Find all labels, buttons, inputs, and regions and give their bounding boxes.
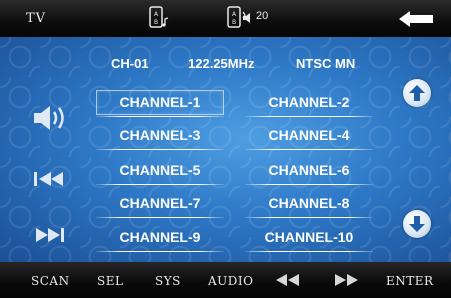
sel-button[interactable]: SEL bbox=[97, 274, 123, 288]
channel-8-button[interactable]: CHANNEL-8 bbox=[245, 191, 373, 218]
channel-9-button[interactable]: CHANNEL-9 bbox=[96, 225, 224, 252]
enter-button[interactable]: ENTER bbox=[386, 274, 434, 288]
scroll-up-button[interactable] bbox=[403, 79, 431, 107]
rewind-icon bbox=[276, 274, 299, 286]
audio-button[interactable]: AUDIO bbox=[208, 274, 253, 288]
previous-channel-icon[interactable] bbox=[32, 169, 68, 194]
audio-note-card-icon[interactable]: A B bbox=[148, 5, 170, 36]
channel-7-button[interactable]: CHANNEL-7 bbox=[96, 191, 224, 218]
bottom-bar: SCAN SEL SYS AUDIO ENTER bbox=[0, 262, 451, 298]
tv-screen: TV A B A B 20 CH-01 122.25MHz NTSC MN CH… bbox=[0, 0, 451, 298]
arrow-up-icon bbox=[409, 85, 425, 101]
tv-standard: NTSC MN bbox=[296, 56, 356, 71]
svg-text:A: A bbox=[154, 11, 159, 18]
channel-6-button[interactable]: CHANNEL-6 bbox=[245, 158, 373, 185]
svg-text:A: A bbox=[232, 11, 237, 18]
next-channel-icon[interactable] bbox=[32, 225, 68, 250]
svg-text:B: B bbox=[232, 19, 236, 26]
channel-3-button[interactable]: CHANNEL-3 bbox=[96, 123, 224, 150]
speaker-icon[interactable] bbox=[242, 11, 256, 30]
speaker-volume-icon[interactable] bbox=[32, 103, 68, 138]
current-channel: CH-01 bbox=[111, 56, 149, 71]
channel-2-button[interactable]: CHANNEL-2 bbox=[245, 90, 373, 117]
top-bar: TV A B A B 20 bbox=[0, 0, 451, 37]
fast-forward-button[interactable] bbox=[333, 273, 359, 290]
channel-panel: CH-01 122.25MHz NTSC MN CHANNEL-1 CHANNE… bbox=[0, 37, 451, 262]
arrow-down-icon bbox=[409, 216, 425, 232]
mode-label: TV bbox=[26, 11, 47, 26]
channel-4-button[interactable]: CHANNEL-4 bbox=[245, 123, 373, 150]
channel-5-button[interactable]: CHANNEL-5 bbox=[96, 158, 224, 185]
svg-text:B: B bbox=[154, 19, 158, 26]
channel-1-button[interactable]: CHANNEL-1 bbox=[96, 90, 224, 117]
rewind-button[interactable] bbox=[275, 273, 301, 290]
scroll-down-button[interactable] bbox=[403, 210, 431, 238]
sys-button[interactable]: SYS bbox=[155, 274, 181, 288]
back-arrow-icon[interactable] bbox=[398, 10, 434, 33]
volume-level: 20 bbox=[256, 10, 269, 22]
channel-10-button[interactable]: CHANNEL-10 bbox=[245, 225, 373, 252]
frequency: 122.25MHz bbox=[188, 56, 255, 71]
fast-forward-icon bbox=[335, 274, 358, 286]
scan-button[interactable]: SCAN bbox=[31, 274, 70, 288]
